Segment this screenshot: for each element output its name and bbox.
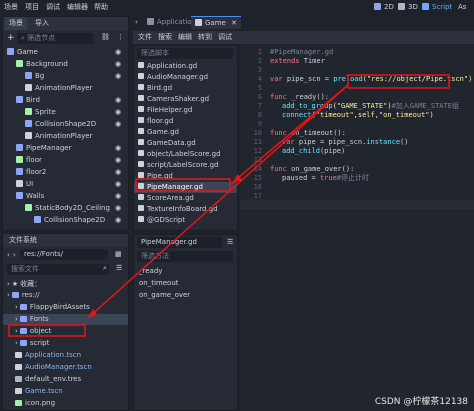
- annotation-overlay: [8, 74, 450, 337]
- annotation-box-object-folder: [8, 324, 86, 337]
- watermark: CSDN @柠檬茶12138: [374, 397, 468, 407]
- annotation-box-preload-path: [347, 74, 450, 89]
- annotation-arrow-line: [87, 84, 349, 319]
- annotation-box-pipemanager: [135, 178, 231, 192]
